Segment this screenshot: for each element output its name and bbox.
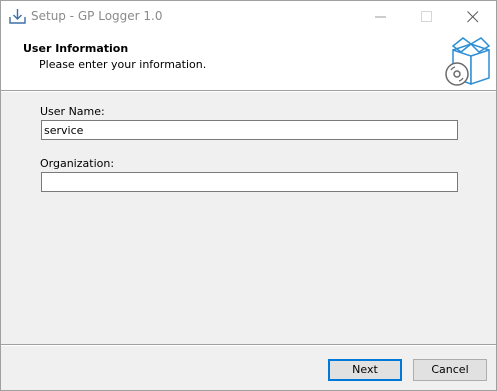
- minimize-button[interactable]: [358, 1, 404, 32]
- user-name-field[interactable]: [41, 120, 458, 140]
- maximize-icon: [421, 11, 432, 22]
- box-disc-icon: [441, 36, 493, 88]
- page-subtitle: Please enter your information.: [39, 58, 207, 71]
- page-title: User Information: [23, 42, 129, 55]
- setup-window: Setup - GP Logger 1.0 User Information P…: [0, 0, 497, 391]
- organization-label: Organization:: [40, 157, 115, 170]
- installer-icon: [9, 8, 26, 25]
- cancel-button[interactable]: Cancel: [413, 359, 487, 381]
- close-button[interactable]: [450, 1, 496, 32]
- close-icon: [467, 11, 479, 23]
- user-name-label: User Name:: [40, 105, 105, 118]
- wizard-header: User Information Please enter your infor…: [1, 32, 496, 90]
- next-button[interactable]: Next: [328, 359, 402, 381]
- maximize-button[interactable]: [404, 1, 450, 32]
- window-title: Setup - GP Logger 1.0: [31, 9, 163, 23]
- footer-divider-highlight: [1, 345, 496, 346]
- title-bar[interactable]: Setup - GP Logger 1.0: [1, 1, 496, 32]
- header-divider-highlight: [1, 91, 496, 92]
- minimize-icon: [375, 16, 386, 18]
- organization-field[interactable]: [41, 172, 458, 192]
